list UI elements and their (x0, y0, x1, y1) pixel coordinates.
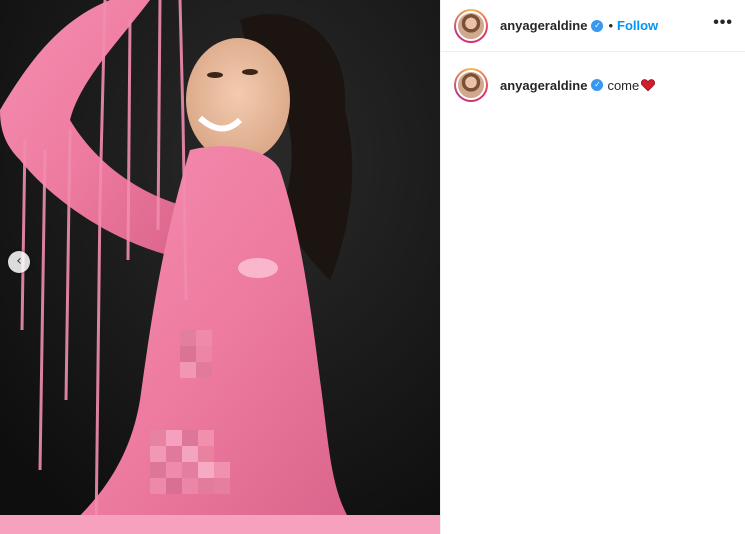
caption-text: come (607, 77, 640, 93)
caption-comment: anyageraldine ✓ come (441, 52, 745, 102)
caption-username[interactable]: anyageraldine (500, 78, 587, 93)
heart-icon (641, 79, 656, 91)
carousel-prev-button[interactable]: ‹ (8, 251, 30, 273)
avatar-image (456, 70, 486, 100)
post-side-panel: anyageraldine ✓ • Follow ••• anyageraldi… (440, 0, 745, 534)
post-media[interactable]: ‹ (0, 0, 440, 534)
avatar[interactable] (454, 8, 488, 43)
separator-dot: • (608, 18, 613, 33)
verified-badge-icon: ✓ (591, 19, 604, 32)
avatar-image (456, 10, 486, 41)
post-photo (0, 0, 440, 534)
username[interactable]: anyageraldine (500, 18, 587, 33)
caption-avatar[interactable] (454, 68, 488, 102)
follow-button[interactable]: Follow (617, 18, 658, 33)
more-options-icon[interactable]: ••• (713, 14, 733, 37)
verified-badge-icon: ✓ (591, 79, 604, 91)
post-header: anyageraldine ✓ • Follow ••• (441, 0, 745, 52)
chevron-left-icon: ‹ (16, 253, 22, 269)
